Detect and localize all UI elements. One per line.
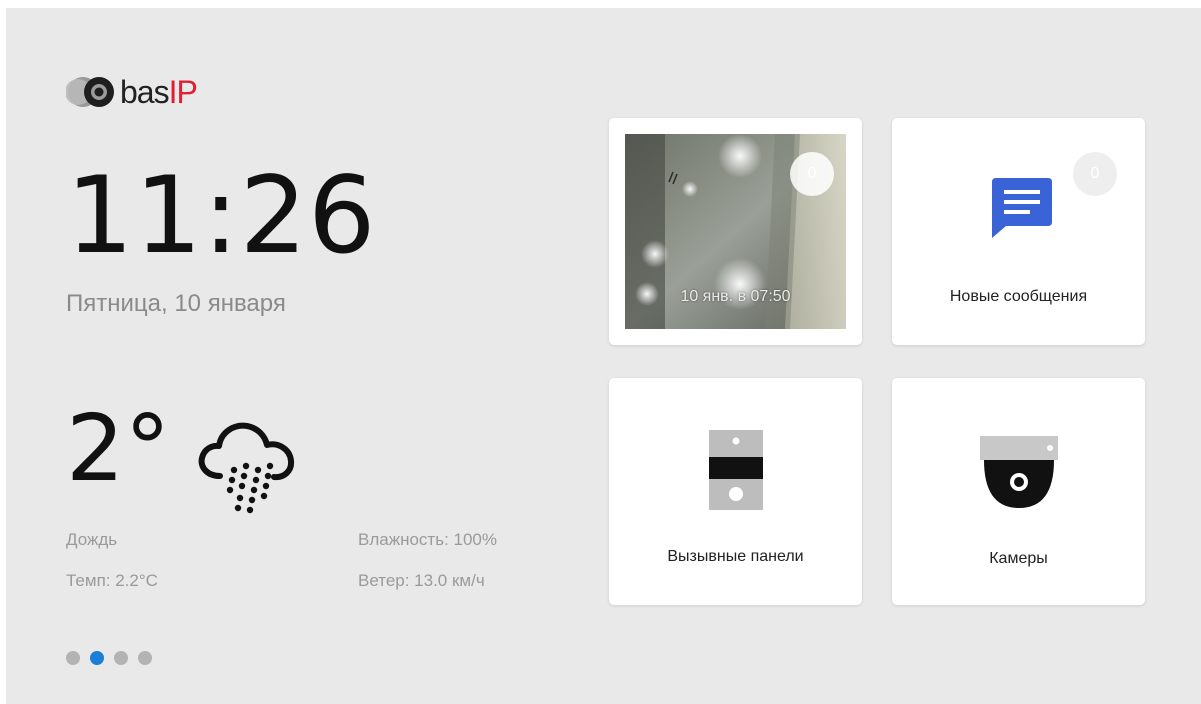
page-dot[interactable]: [66, 651, 80, 665]
intercom-panel-icon: [709, 430, 763, 510]
weather-humidity: Влажность: 100%: [358, 530, 497, 549]
call-panels-tile[interactable]: Вызывные панели: [609, 378, 862, 605]
home-screen: basIP 11:26 Пятница, 10 января 2° Дождь …: [6, 8, 1201, 704]
weather-wind: Ветер: 13.0 км/ч: [358, 571, 485, 590]
logo-mark-icon: [66, 77, 114, 107]
brand-logo: basIP: [66, 72, 198, 112]
dome-camera-icon: [980, 436, 1058, 508]
page-dot[interactable]: [138, 651, 152, 665]
last-call-tile[interactable]: 10 янв. в 07:50 0: [609, 118, 862, 345]
messages-tile[interactable]: 0 Новые сообщения: [892, 118, 1145, 345]
page-dot[interactable]: [114, 651, 128, 665]
missed-calls-badge: 0: [790, 152, 834, 196]
page-indicator: [66, 651, 152, 665]
page-dot-active[interactable]: [90, 651, 104, 665]
cameras-label: Камеры: [989, 550, 1048, 567]
weather-temp-detail: Темп: 2.2°C: [66, 571, 158, 590]
messages-badge: 0: [1073, 152, 1117, 196]
clock-time: 11:26: [66, 154, 377, 277]
rain-cloud-icon: [198, 422, 295, 514]
clock-date: Пятница, 10 января: [66, 290, 286, 317]
weather-temperature: 2°: [66, 395, 171, 502]
logo-wordmark: basIP: [120, 74, 198, 110]
cameras-tile[interactable]: Камеры: [892, 378, 1145, 605]
call-panels-label: Вызывные панели: [667, 548, 804, 565]
message-icon: [992, 178, 1052, 238]
weather-condition: Дождь: [66, 530, 118, 549]
snapshot-timestamp: 10 янв. в 07:50: [680, 288, 791, 305]
messages-label: Новые сообщения: [949, 288, 1088, 305]
